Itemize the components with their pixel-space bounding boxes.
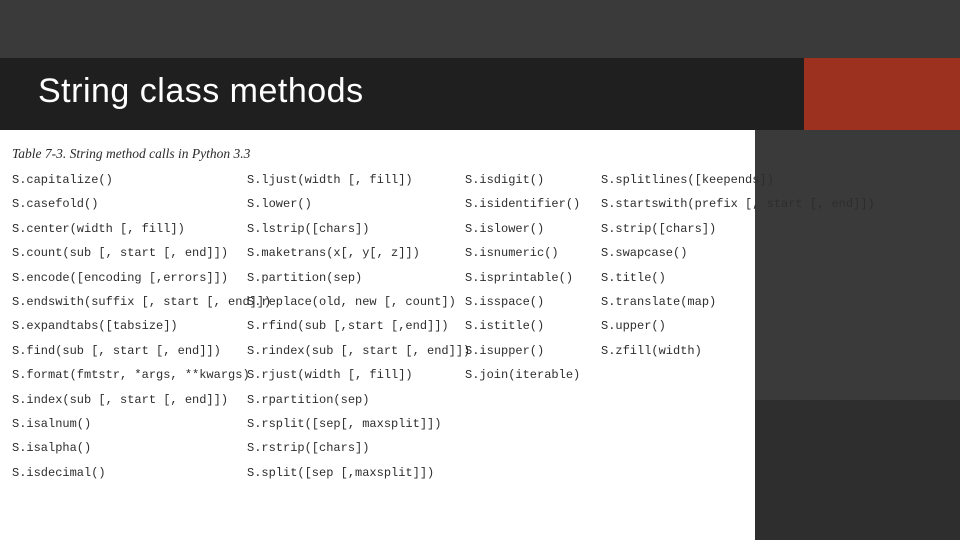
method-item: S.isnumeric() <box>465 245 601 262</box>
method-item: S.zfill(width) <box>601 343 821 360</box>
method-item: S.isdigit() <box>465 172 601 189</box>
method-item: S.find(sub [, start [, end]]) <box>12 343 247 360</box>
method-item: S.translate(map) <box>601 294 821 311</box>
method-item: S.partition(sep) <box>247 270 465 287</box>
method-item: S.rsplit([sep[, maxsplit]]) <box>247 416 465 433</box>
method-item: S.istitle() <box>465 318 601 335</box>
method-item: S.index(sub [, start [, end]]) <box>12 392 247 409</box>
method-item: S.ljust(width [, fill]) <box>247 172 465 189</box>
method-item: S.isspace() <box>465 294 601 311</box>
method-item: S.expandtabs([tabsize]) <box>12 318 247 335</box>
method-item: S.format(fmtstr, *args, **kwargs) <box>12 367 247 384</box>
method-item: S.strip([chars]) <box>601 221 821 238</box>
slide: String class methods Table 7-3. String m… <box>0 0 960 540</box>
method-item: S.endswith(suffix [, start [, end]]) <box>12 294 247 311</box>
method-item: S.capitalize() <box>12 172 247 189</box>
method-item: S.lstrip([chars]) <box>247 221 465 238</box>
column-3: S.isdigit() S.isidentifier() S.islower()… <box>465 172 601 482</box>
method-item: S.swapcase() <box>601 245 821 262</box>
method-item: S.isupper() <box>465 343 601 360</box>
method-item: S.isdecimal() <box>12 465 247 482</box>
method-item: S.count(sub [, start [, end]]) <box>12 245 247 262</box>
method-item: S.isidentifier() <box>465 196 601 213</box>
method-item: S.islower() <box>465 221 601 238</box>
method-item: S.casefold() <box>12 196 247 213</box>
method-item: S.startswith(prefix [, start [, end]]) <box>601 196 821 213</box>
method-item: S.title() <box>601 270 821 287</box>
column-2: S.ljust(width [, fill]) S.lower() S.lstr… <box>247 172 465 482</box>
method-item: S.rjust(width [, fill]) <box>247 367 465 384</box>
method-item: S.rstrip([chars]) <box>247 440 465 457</box>
method-item: S.center(width [, fill]) <box>12 221 247 238</box>
method-item: S.isprintable() <box>465 270 601 287</box>
table-caption: Table 7-3. String method calls in Python… <box>12 146 250 162</box>
method-item: S.rindex(sub [, start [, end]]) <box>247 343 465 360</box>
column-1: S.capitalize() S.casefold() S.center(wid… <box>12 172 247 482</box>
method-item: S.encode([encoding [,errors]]) <box>12 270 247 287</box>
methods-table: S.capitalize() S.casefold() S.center(wid… <box>12 172 952 482</box>
page-title: String class methods <box>38 72 364 111</box>
method-item: S.join(iterable) <box>465 367 601 384</box>
method-item: S.isalnum() <box>12 416 247 433</box>
method-item: S.rfind(sub [,start [,end]]) <box>247 318 465 335</box>
method-item: S.upper() <box>601 318 821 335</box>
method-item: S.lower() <box>247 196 465 213</box>
accent-block <box>804 58 960 130</box>
method-item: S.split([sep [,maxsplit]]) <box>247 465 465 482</box>
method-item: S.replace(old, new [, count]) <box>247 294 465 311</box>
method-item: S.splitlines([keepends]) <box>601 172 821 189</box>
method-item: S.isalpha() <box>12 440 247 457</box>
column-4: S.splitlines([keepends]) S.startswith(pr… <box>601 172 821 482</box>
method-item: S.rpartition(sep) <box>247 392 465 409</box>
method-item: S.maketrans(x[, y[, z]]) <box>247 245 465 262</box>
